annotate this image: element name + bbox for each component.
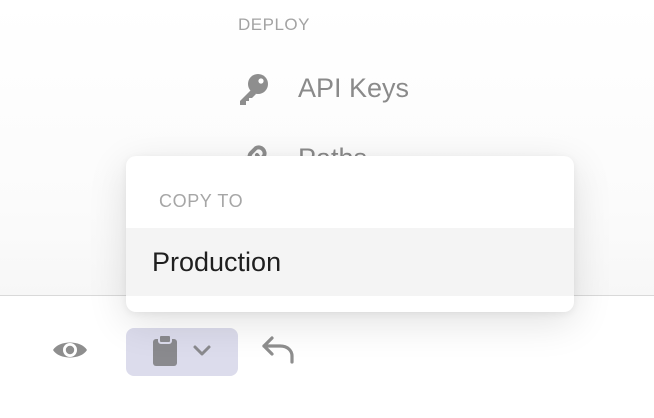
undo-icon (260, 334, 296, 371)
section-header-deploy: DEPLOY (238, 15, 310, 34)
key-icon (236, 70, 272, 106)
popover-option-production[interactable]: Production (126, 228, 574, 296)
popover-option-label: Production (152, 246, 282, 277)
preview-button[interactable] (48, 334, 92, 370)
sidebar-item-label: API Keys (298, 72, 410, 103)
chevron-down-icon (192, 343, 212, 362)
copy-to-button[interactable] (126, 328, 238, 376)
popover-title: COPY TO (159, 191, 244, 211)
copy-to-popover: COPY TO Production (126, 156, 574, 312)
bottom-toolbar (0, 296, 654, 418)
undo-button[interactable] (258, 332, 298, 372)
eye-icon (51, 337, 89, 368)
clipboard-icon (152, 333, 178, 371)
page: DEPLOY API Keys Paths (0, 0, 654, 418)
sidebar-item-api-keys[interactable]: API Keys (236, 68, 409, 108)
